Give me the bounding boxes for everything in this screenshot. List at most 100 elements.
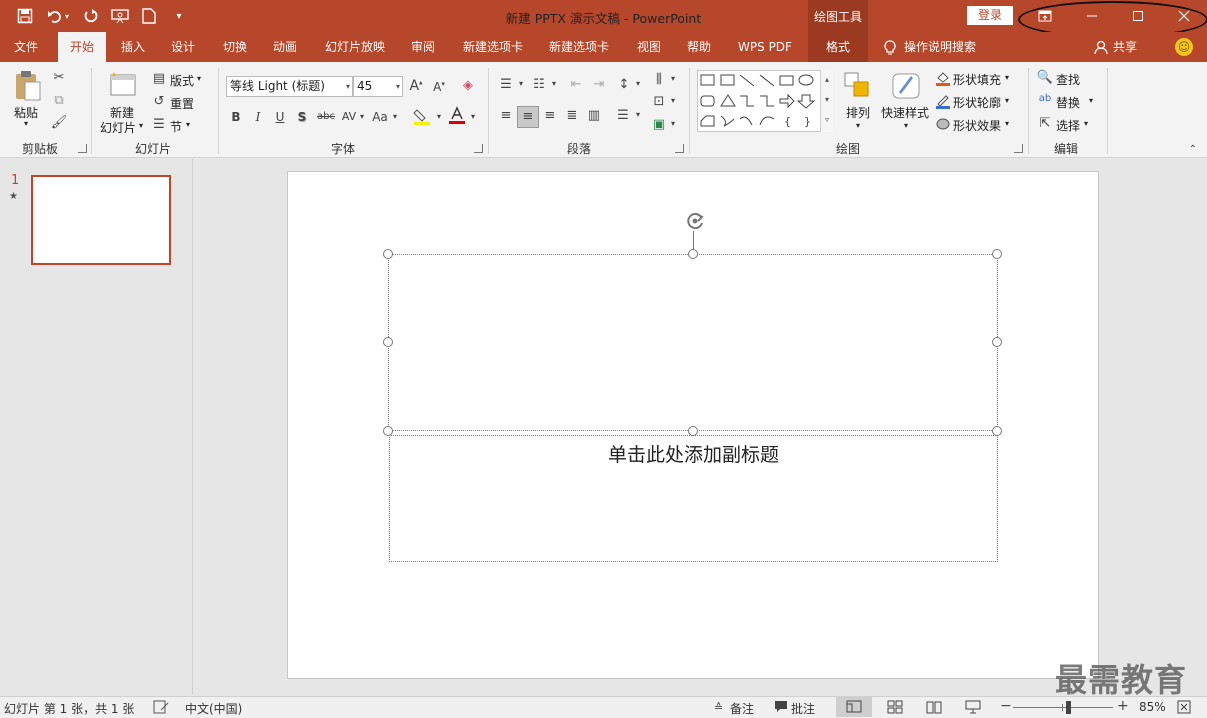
language-status[interactable]: 中文(中国) <box>185 700 242 717</box>
paste-dropdown-icon[interactable]: ▾ <box>24 119 28 128</box>
tab-wps-pdf[interactable]: WPS PDF <box>730 32 800 62</box>
resize-handle[interactable] <box>383 249 393 259</box>
font-size-dropdown-icon[interactable]: ▾ <box>396 77 400 96</box>
italic-icon[interactable]: I <box>251 110 265 124</box>
shapes-gallery-scroll[interactable]: ▴ ▾ ▿ <box>820 70 833 132</box>
replace-button[interactable]: 替换 <box>1056 94 1080 111</box>
fit-to-window-icon[interactable] <box>1177 700 1191 717</box>
font-color-icon[interactable] <box>447 106 467 129</box>
character-spacing-icon[interactable]: AV <box>339 110 359 123</box>
shape-fill-dropdown-icon[interactable]: ▾ <box>1005 73 1009 82</box>
tab-design[interactable]: 设计 <box>160 32 206 62</box>
slide-sorter-icon[interactable] <box>887 700 903 717</box>
subtitle-placeholder-text[interactable]: 单击此处添加副标题 <box>389 440 998 467</box>
quick-styles-icon[interactable] <box>891 72 923 105</box>
align-left-icon[interactable]: ≡ <box>497 108 515 123</box>
tab-format[interactable]: 格式 <box>808 32 868 62</box>
grow-font-icon[interactable]: A▴ <box>407 78 425 94</box>
align-right-icon[interactable]: ≡ <box>541 108 559 123</box>
tab-insert[interactable]: 插入 <box>110 32 156 62</box>
text-direction-icon[interactable]: ⫼ <box>650 72 668 87</box>
reset-icon[interactable]: ↺ <box>151 94 167 109</box>
login-button[interactable]: 登录 <box>967 6 1013 25</box>
shape-effects-dropdown-icon[interactable]: ▾ <box>1005 119 1009 128</box>
section-icon[interactable]: ☰ <box>151 117 167 132</box>
arrange-dropdown-icon[interactable]: ▾ <box>856 121 860 130</box>
shape-fill-button[interactable]: 形状填充 <box>953 71 1001 88</box>
line-spacing-icon[interactable]: ↕ <box>615 77 633 92</box>
find-icon[interactable]: 🔍 <box>1036 70 1054 85</box>
font-name-dropdown-icon[interactable]: ▾ <box>346 77 350 96</box>
smiley-feedback-icon[interactable]: ☺ <box>1175 38 1193 56</box>
font-name-box[interactable]: 等线 Light (标题) ▾ <box>226 76 353 97</box>
tab-help[interactable]: 帮助 <box>676 32 722 62</box>
zoom-out-icon[interactable]: − <box>1000 698 1012 714</box>
tab-slideshow[interactable]: 幻灯片放映 <box>316 32 394 62</box>
shape-effects-icon[interactable] <box>935 116 951 135</box>
font-color-dropdown-icon[interactable]: ▾ <box>469 112 477 121</box>
replace-dropdown-icon[interactable]: ▾ <box>1089 96 1093 105</box>
tab-new-2[interactable]: 新建选项卡 <box>540 32 618 62</box>
bold-icon[interactable]: B <box>229 110 243 124</box>
tab-file[interactable]: 文件 <box>2 32 50 62</box>
resize-handle[interactable] <box>383 337 393 347</box>
justify-icon[interactable]: ≣ <box>563 108 581 123</box>
increase-indent-icon[interactable]: ⇥ <box>590 77 608 92</box>
notes-icon[interactable]: ≙ <box>714 701 723 714</box>
underline-icon[interactable]: U <box>273 110 287 124</box>
select-button[interactable]: 选择 <box>1056 117 1080 134</box>
collapse-ribbon-icon[interactable]: ⌃ <box>1186 144 1200 155</box>
tab-new-1[interactable]: 新建选项卡 <box>454 32 532 62</box>
rotate-handle-icon[interactable] <box>683 209 707 236</box>
align-center-icon[interactable]: ≡ <box>517 106 539 128</box>
spell-check-icon[interactable] <box>153 700 169 717</box>
line-spacing-dropdown-icon[interactable]: ▾ <box>634 79 642 88</box>
new-slide-label-2[interactable]: 幻灯片 <box>100 119 136 136</box>
strikethrough-icon[interactable]: abc <box>315 111 337 122</box>
font-launcher-icon[interactable] <box>474 144 483 153</box>
shape-outline-button[interactable]: 形状轮廓 <box>953 94 1001 111</box>
bullets-dropdown-icon[interactable]: ▾ <box>517 79 525 88</box>
paste-icon[interactable] <box>14 70 42 105</box>
quick-styles-dropdown-icon[interactable]: ▾ <box>904 121 908 130</box>
layout-icon[interactable]: ▤ <box>151 71 167 86</box>
bullets-icon[interactable]: ☰ <box>497 77 515 92</box>
tab-view[interactable]: 视图 <box>626 32 672 62</box>
numbering-icon[interactable]: ☷ <box>530 77 548 92</box>
columns-dropdown-icon[interactable]: ▾ <box>634 110 642 119</box>
clipboard-launcher-icon[interactable] <box>78 144 87 153</box>
replace-icon[interactable]: ab <box>1036 93 1054 104</box>
shape-fill-icon[interactable] <box>935 70 951 89</box>
arrange-label[interactable]: 排列 <box>846 104 870 121</box>
select-dropdown-icon[interactable]: ▾ <box>1084 119 1088 128</box>
cut-icon[interactable]: ✂ <box>50 70 68 85</box>
tell-me-search[interactable]: 操作说明搜索 <box>904 32 988 62</box>
shape-outline-icon[interactable] <box>935 93 951 112</box>
resize-handle[interactable] <box>992 337 1002 347</box>
title-placeholder[interactable] <box>388 254 998 431</box>
shapes-gallery-icons[interactable]: { } <box>698 71 818 131</box>
numbering-dropdown-icon[interactable]: ▾ <box>550 79 558 88</box>
character-spacing-dropdown-icon[interactable]: ▾ <box>358 112 366 121</box>
resize-handle[interactable] <box>992 249 1002 259</box>
font-size-box[interactable]: 45 ▾ <box>353 76 403 97</box>
share-button[interactable]: 共享 <box>1110 32 1140 62</box>
columns-icon[interactable]: ☰ <box>614 108 632 123</box>
slide-thumbnail[interactable] <box>31 175 171 265</box>
shape-effects-button[interactable]: 形状效果 <box>953 117 1001 134</box>
zoom-slider-track[interactable] <box>1013 707 1113 708</box>
tab-transitions[interactable]: 切换 <box>212 32 258 62</box>
resize-handle[interactable] <box>383 426 393 436</box>
text-direction-dropdown-icon[interactable]: ▾ <box>669 74 677 83</box>
highlight-dropdown-icon[interactable]: ▾ <box>435 112 443 121</box>
clear-formatting-icon[interactable]: ◈ <box>459 78 477 93</box>
shrink-font-icon[interactable]: A▾ <box>430 80 448 94</box>
smartart-icon[interactable]: ▣ <box>650 117 668 132</box>
select-arrow-icon[interactable]: ⇱ <box>1036 116 1054 131</box>
section-dropdown-icon[interactable]: ▾ <box>186 120 190 129</box>
comments-button[interactable]: 批注 <box>791 700 815 717</box>
arrange-icon[interactable] <box>844 72 872 105</box>
resize-handle[interactable] <box>688 426 698 436</box>
distributed-icon[interactable]: ▥ <box>585 108 603 123</box>
find-button[interactable]: 查找 <box>1056 71 1080 88</box>
